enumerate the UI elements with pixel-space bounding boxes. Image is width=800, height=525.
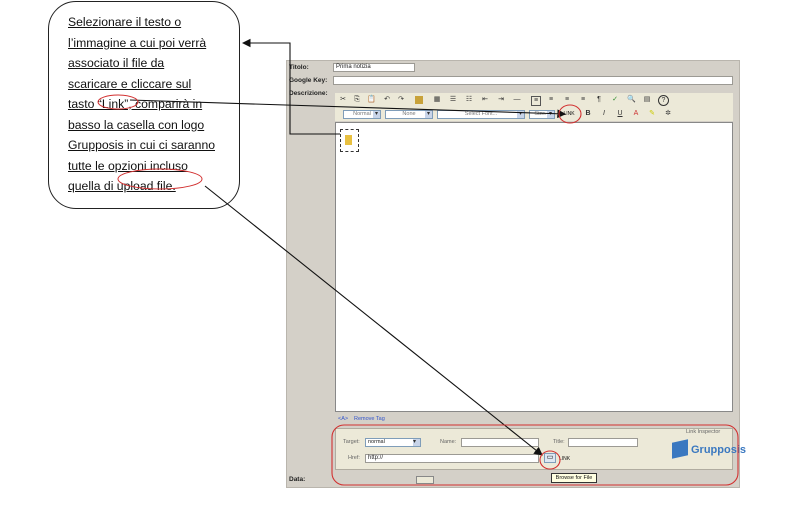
inspector-highlight-box xyxy=(331,424,739,486)
upload-word-highlight-circle xyxy=(117,168,203,190)
upload-to-browse-arrow xyxy=(204,185,543,456)
browse-highlight-circle xyxy=(539,450,561,470)
annotation-overlay xyxy=(97,38,739,486)
link-word-highlight-circle xyxy=(97,94,139,110)
image-to-callout-arrow xyxy=(241,38,340,135)
text-to-link-arrow xyxy=(129,99,567,119)
